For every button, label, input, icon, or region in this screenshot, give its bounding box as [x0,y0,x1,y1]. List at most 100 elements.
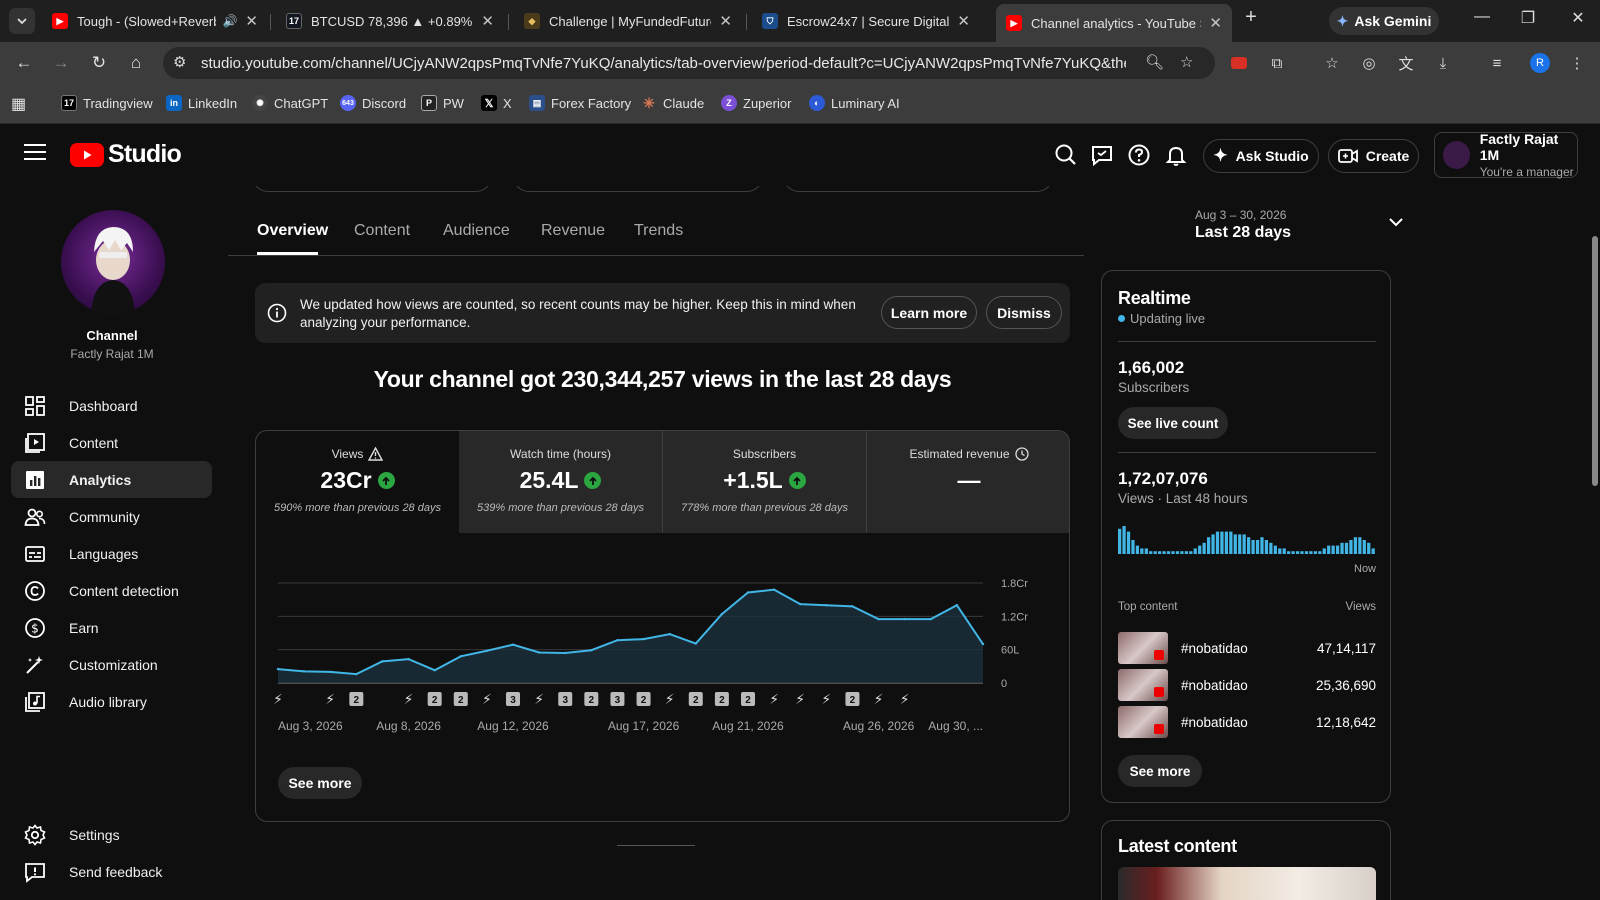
browser-tab[interactable]: ⛉ Escrow24x7 | Secure Digital Tr ✕ [752,6,980,36]
home-icon[interactable]: ⌂ [125,52,147,74]
search-icon[interactable] [1053,142,1079,168]
browser-tab[interactable]: ◆ Challenge | MyFundedFutures ✕ [514,6,742,36]
latest-video-thumbnail[interactable] [1118,867,1376,900]
bookmark-forex-factory[interactable]: ▤ Forex Factory [529,95,631,111]
tradingview-icon: 17 [286,13,302,29]
reload-icon[interactable]: ↻ [88,52,110,74]
period-selector[interactable]: Last 28 days [1195,224,1291,242]
close-window-icon[interactable]: ✕ [1563,8,1593,28]
metric-views[interactable]: Views 23Cr 590% more than previous 28 da… [256,431,459,533]
sidebar-item-analytics[interactable]: Analytics [11,461,212,498]
browser-tab[interactable]: 17 BTCUSD 78,396 ▲ +0.89% Na ✕ [276,6,504,36]
minimize-icon[interactable]: — [1467,8,1497,26]
warning-icon[interactable] [368,447,384,461]
data-point [564,651,567,655]
new-tab-button[interactable]: + [1236,6,1266,29]
bookmark-discord[interactable]: 643 Discord [340,95,406,111]
apps-icon[interactable]: ▦ [11,94,26,114]
notifications-bell-icon[interactable] [1163,142,1189,168]
ask-studio-button[interactable]: ✦ Ask Studio [1203,139,1319,173]
back-icon[interactable]: ← [13,52,35,74]
extension-red-icon[interactable] [1229,53,1249,73]
download-icon[interactable]: ⤓ [1433,53,1453,73]
ask-gemini-button[interactable]: ✦ Ask Gemini [1329,7,1439,35]
sidebar-item-send-feedback[interactable]: Send feedback [11,853,212,890]
create-button[interactable]: Create [1328,139,1419,173]
realtime-views-bar-chart[interactable] [1118,524,1376,554]
more-menu-icon[interactable]: ⋮ [1567,53,1587,73]
close-tab-icon[interactable]: ✕ [1209,14,1222,32]
realtime-bar [1340,542,1344,554]
page-scrollbar[interactable] [1592,236,1598,486]
bookmark-zuperior[interactable]: Z Zuperior [721,95,791,111]
tab-search-button[interactable] [9,8,35,34]
sidebar-item-dashboard[interactable]: Dashboard [11,387,212,424]
extensions-puzzle-icon[interactable]: ⧉ [1267,53,1287,73]
bookmark-star-icon[interactable]: ☆ [1180,53,1193,71]
site-info-icon[interactable]: ⚙ [173,53,186,71]
bookmark-tradingview[interactable]: 17 Tradingview [61,95,153,111]
screenshot-icon[interactable]: ◎ [1359,53,1379,73]
see-more-button[interactable]: See more [278,767,362,799]
address-bar[interactable]: ⚙ studio.youtube.com/channel/UCjyANW2qps… [163,47,1215,79]
bookmark-pw[interactable]: P PW [421,95,464,111]
bookmark-x[interactable]: 𝕏X [481,95,512,111]
close-tab-icon[interactable]: ✕ [481,12,494,30]
favorites-icon[interactable]: ☆ [1322,53,1342,73]
close-tab-icon[interactable]: ✕ [719,12,732,30]
metric-watch-time[interactable]: Watch time (hours) 25.4L 539% more than … [459,431,662,533]
learn-more-button[interactable]: Learn more [881,296,977,329]
bookmark-chatgpt[interactable]: ✺ ChatGPT [252,95,328,111]
chevron-down-icon[interactable] [1388,216,1404,228]
community-icon [23,505,47,529]
tab-content[interactable]: Content [354,222,410,240]
menu-icon[interactable] [24,144,46,164]
bookmark-linkedin[interactable]: in LinkedIn [166,95,237,111]
upload-count-label: 2 [354,695,360,706]
close-tab-icon[interactable]: ✕ [957,12,970,30]
realtime-bar [1131,540,1135,554]
speaker-icon[interactable]: 🔊 [222,14,237,28]
browser-tab[interactable]: ▶ Tough - (Slowed+Reverb) 🔊 ✕ [42,6,268,36]
metric-estimated-revenue[interactable]: Estimated revenue — [867,431,1069,533]
sidebar-item-earn[interactable]: $ Earn [11,609,212,646]
channel-avatar[interactable] [61,210,165,314]
see-live-count-button[interactable]: See live count [1118,407,1228,439]
account-switcher[interactable]: Factly Rajat 1M You're a manager [1434,131,1578,179]
bookmark-luminary-ai[interactable]: ◐ Luminary AI [809,95,900,111]
live-dot-icon [1118,315,1125,322]
tab-overview[interactable]: Overview [257,222,328,240]
close-tab-icon[interactable]: ✕ [245,12,258,30]
top-content-row[interactable]: #nobatidao 12,18,642 [1118,706,1376,738]
translate-icon[interactable]: 文 [1396,53,1416,73]
browser-tab-active[interactable]: ▶ Channel analytics - YouTube S ✕ [996,4,1232,42]
media-control-icon[interactable]: ≡ [1487,53,1507,73]
zoom-icon[interactable]: 🔍︎ [1145,53,1164,71]
bookmark-claude[interactable]: ✳ Claude [641,95,704,111]
sidebar-item-community[interactable]: Community [11,498,212,535]
metric-subscribers[interactable]: Subscribers +1.5L 778% more than previou… [663,431,866,533]
sidebar-item-audio-library[interactable]: Audio library [11,683,212,720]
sidebar-item-settings[interactable]: Settings [11,816,212,853]
see-more-button[interactable]: See more [1118,755,1202,787]
data-point [590,649,593,652]
sidebar-item-content[interactable]: Content [11,424,212,461]
restore-icon[interactable]: ❐ [1513,8,1543,28]
tab-revenue[interactable]: Revenue [541,222,605,240]
dismiss-button[interactable]: Dismiss [986,296,1062,329]
tab-trends[interactable]: Trends [634,222,683,240]
feedback-messages-icon[interactable] [1089,142,1115,168]
tab-audience[interactable]: Audience [443,222,510,240]
views-chart[interactable]: 0 60L 1.2Cr 1.8Cr ⚡ ⚡ 2 ⚡ 2 2 ⚡ 3 ⚡ 3 2 3 2 ⚡ 2 2 2 ⚡ ⚡ ⚡ 2 ⚡ ⚡ Aug… [256,533,1070,763]
forward-icon[interactable]: → [50,52,72,74]
profile-avatar[interactable]: R [1530,53,1550,73]
sidebar-item-content-detection[interactable]: Content detection [11,572,212,609]
studio-logo[interactable]: Studio [70,140,182,169]
top-content-row[interactable]: #nobatidao 25,36,690 [1118,669,1376,701]
sidebar-item-languages[interactable]: Languages [11,535,212,572]
help-icon[interactable] [1126,142,1152,168]
divider [1118,452,1376,453]
top-content-row[interactable]: #nobatidao 47,14,117 [1118,632,1376,664]
sidebar-item-customization[interactable]: Customization [11,646,212,683]
period-range[interactable]: Aug 3 – 30, 2026 [1195,208,1286,222]
